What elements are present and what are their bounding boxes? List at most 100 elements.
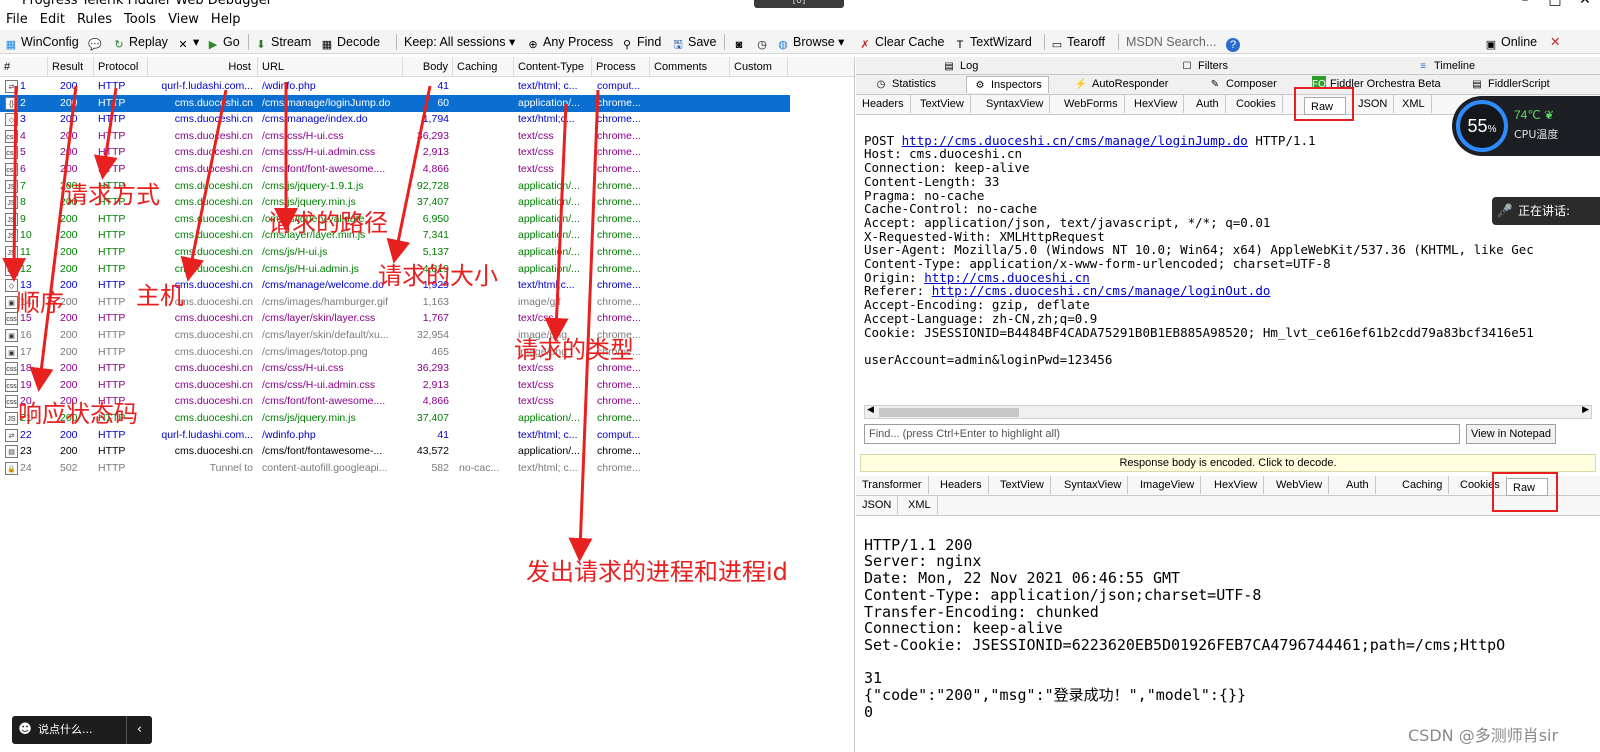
req-tab-webforms[interactable]: WebForms	[1058, 95, 1125, 113]
col-header-comments[interactable]: Comments	[650, 57, 730, 77]
scrollbar-thumb[interactable]	[879, 408, 1019, 417]
msdn-search-input[interactable]: MSDN Search...	[1126, 32, 1216, 52]
col-header-process[interactable]: Process	[592, 57, 650, 77]
menu-tools[interactable]: Tools	[118, 10, 162, 29]
table-row[interactable]: ▣ 17 200 HTTP cms.duoceshi.cn/cms/images/tot…	[0, 344, 790, 361]
col-header-protocol[interactable]: Protocol	[94, 57, 148, 77]
find-input[interactable]: Find... (press Ctrl+Enter to highlight a…	[864, 424, 1460, 444]
table-row[interactable]: ▤ 23 200 HTTP cms.duoceshi.cn/cms/font/fonta…	[0, 443, 790, 460]
req-tab-textview[interactable]: TextView	[914, 95, 971, 113]
tab-composer[interactable]: ✎ Composer	[1202, 76, 1283, 93]
table-row[interactable]: css 5 200 HTTP cms.duoceshi.cn/cms/css/H-ui.…	[0, 144, 790, 161]
table-row[interactable]: css 18 200 HTTP cms.duoceshi.cn/cms/css/H-ui…	[0, 360, 790, 377]
stream-button[interactable]: ⬇ Stream	[254, 32, 311, 52]
cell-process: chrome...	[597, 262, 641, 275]
minimize-button[interactable]: –	[1510, 0, 1540, 8]
chevron-left-icon[interactable]: ‹	[126, 716, 152, 744]
resp-tab-textview[interactable]: TextView	[994, 476, 1051, 494]
table-row[interactable]: JS 10 200 HTTP cms.duoceshi.cn/cms/layer/lay…	[0, 227, 790, 244]
tab-log[interactable]: ▤ Log	[936, 58, 984, 75]
request-raw-text[interactable]: POST http://cms.duoceshi.cn/cms/manage/l…	[864, 120, 1534, 367]
req-tab-auth[interactable]: Auth	[1190, 95, 1226, 113]
resp-tab-syntaxview[interactable]: SyntaxView	[1058, 476, 1129, 494]
request-horizontal-scrollbar[interactable]: ◀ ▶	[864, 405, 1592, 419]
tearoff-button[interactable]: ▭ Tearoff	[1050, 32, 1105, 52]
col-header-num[interactable]: #	[0, 57, 48, 77]
col-header-custom[interactable]: Custom	[730, 57, 788, 77]
go-button[interactable]: ▶ Go	[206, 32, 240, 52]
winconfig-button[interactable]: ▦ WinConfig	[4, 32, 79, 52]
resp-tab-imageview[interactable]: ImageView	[1134, 476, 1202, 494]
textwizard-button[interactable]: T TextWizard	[953, 32, 1032, 52]
req-tab-headers[interactable]: Headers	[856, 95, 911, 113]
tab-inspectors[interactable]: ⚙ Inspectors	[966, 76, 1049, 93]
resp-tab-hexview[interactable]: HexView	[1208, 476, 1265, 494]
find-button[interactable]: ⚲ Find	[620, 32, 661, 52]
view-in-notepad-button[interactable]: View in Notepad	[1466, 424, 1556, 444]
maximize-button[interactable]: □	[1540, 0, 1570, 8]
table-row[interactable]: ⇄ 1 200 HTTP qurl-f.ludashi.com... /wdinfo.ph…	[0, 78, 790, 95]
resp-tab-transformer[interactable]: Transformer	[856, 476, 929, 494]
col-header-caching[interactable]: Caching	[453, 57, 514, 77]
resp-tab-json[interactable]: JSON	[856, 496, 899, 514]
resp-tab-xml[interactable]: XML	[902, 496, 938, 514]
table-row[interactable]: ◇ 3 200 HTTP cms.duoceshi.cn/cms/manage/inde…	[0, 111, 790, 128]
table-row[interactable]: ⇄ 22 200 HTTP qurl-f.ludashi.com... /wdinfo.p…	[0, 427, 790, 444]
tab-filters[interactable]: ☐ Filters	[1174, 58, 1234, 75]
col-header-result[interactable]: Result	[48, 57, 94, 77]
table-row[interactable]: css 19 200 HTTP cms.duoceshi.cn/cms/css/H-ui…	[0, 377, 790, 394]
browse-button[interactable]: ◍ Browse ▾	[776, 32, 844, 52]
screenshot-button[interactable]: ◙	[732, 32, 749, 52]
scroll-right-icon[interactable]: ▶	[1582, 405, 1589, 415]
scroll-left-icon[interactable]: ◀	[867, 405, 874, 415]
remove-button[interactable]: ✕ ▾	[176, 32, 199, 52]
tab-timeline[interactable]: ≡ Timeline	[1410, 58, 1481, 75]
tab-fiddlerscript[interactable]: ▤ FiddlerScript	[1464, 76, 1556, 93]
comment-button[interactable]: 💬	[88, 32, 105, 52]
resp-tab-caching[interactable]: Caching	[1396, 476, 1450, 494]
req-tab-json[interactable]: JSON	[1352, 95, 1395, 113]
menu-help[interactable]: Help	[205, 10, 247, 29]
menu-rules[interactable]: Rules	[71, 10, 118, 29]
col-header-body[interactable]: Body	[403, 57, 453, 77]
resp-tab-webview[interactable]: WebView	[1270, 476, 1330, 494]
table-row[interactable]: 🔒 24 502 HTTP Tunnel to content-autofill.goog…	[0, 460, 790, 477]
decode-response-bar[interactable]: Response body is encoded. Click to decod…	[860, 454, 1596, 472]
table-row[interactable]: css 4 200 HTTP cms.duoceshi.cn/cms/css/H-ui.…	[0, 128, 790, 145]
req-tab-xml[interactable]: XML	[1396, 95, 1432, 113]
decode-button[interactable]: ▦ Decode	[320, 32, 380, 52]
req-tab-syntaxview[interactable]: SyntaxView	[980, 95, 1051, 113]
help-button[interactable]: ?	[1226, 32, 1243, 52]
speaking-indicator[interactable]: 🎤 正在讲话:	[1492, 197, 1600, 225]
any-process-button[interactable]: ⊕ Any Process	[526, 32, 613, 52]
keep-sessions-dropdown[interactable]: Keep: All sessions ▾	[404, 32, 515, 52]
emoji-icon[interactable]: ☻	[12, 716, 38, 744]
timer-button[interactable]: ◷	[755, 32, 772, 52]
response-raw-text[interactable]: HTTP/1.1 200 Server: nginx Date: Mon, 22…	[864, 520, 1505, 720]
table-row[interactable]: css 15 200 HTTP cms.duoceshi.cn/cms/layer/sk…	[0, 310, 790, 327]
req-tab-cookies[interactable]: Cookies	[1230, 95, 1283, 113]
close-toolbar-button[interactable]: ✕	[1550, 32, 1560, 52]
col-header-host[interactable]: Host	[148, 57, 258, 77]
save-button[interactable]: 🖫 Save	[671, 32, 716, 52]
resp-tab-headers[interactable]: Headers	[934, 476, 989, 494]
table-row[interactable]: {} 2 200 HTTP cms.duoceshi.cn/cms/manage/log…	[0, 94, 790, 112]
comment-input-bar[interactable]: ☻ 说点什么... ‹	[12, 716, 152, 744]
resp-tab-auth[interactable]: Auth	[1340, 476, 1376, 494]
tab-statistics[interactable]: ◷ Statistics	[868, 76, 942, 93]
table-row[interactable]: JS 9 200 HTTP cms.duoceshi.cn/cms/js/jquery.…	[0, 211, 790, 228]
col-header-url[interactable]: URL	[258, 57, 403, 77]
online-status[interactable]: ▣ Online	[1484, 32, 1537, 52]
clear-cache-button[interactable]: ✗ Clear Cache	[858, 32, 944, 52]
table-row[interactable]: ▣ 16 200 HTTP cms.duoceshi.cn/cms/layer/skin…	[0, 327, 790, 344]
cpu-monitor-widget[interactable]: 55% 74℃ ❦ CPU温度	[1452, 96, 1600, 156]
menu-edit[interactable]: Edit	[34, 10, 71, 29]
col-header-content-type[interactable]: Content-Type	[514, 57, 592, 77]
close-window-button[interactable]: ✕	[1570, 0, 1600, 8]
req-tab-hexview[interactable]: HexView	[1128, 95, 1185, 113]
menu-view[interactable]: View	[162, 10, 205, 29]
menu-file[interactable]: File	[0, 10, 34, 29]
replay-button[interactable]: ↻ Replay	[112, 32, 168, 52]
table-row[interactable]: ▣ 14 200 HTTP cms.duoceshi.cn/cms/images/ham…	[0, 294, 790, 311]
tab-autoresponder[interactable]: ⚡ AutoResponder	[1068, 76, 1174, 93]
